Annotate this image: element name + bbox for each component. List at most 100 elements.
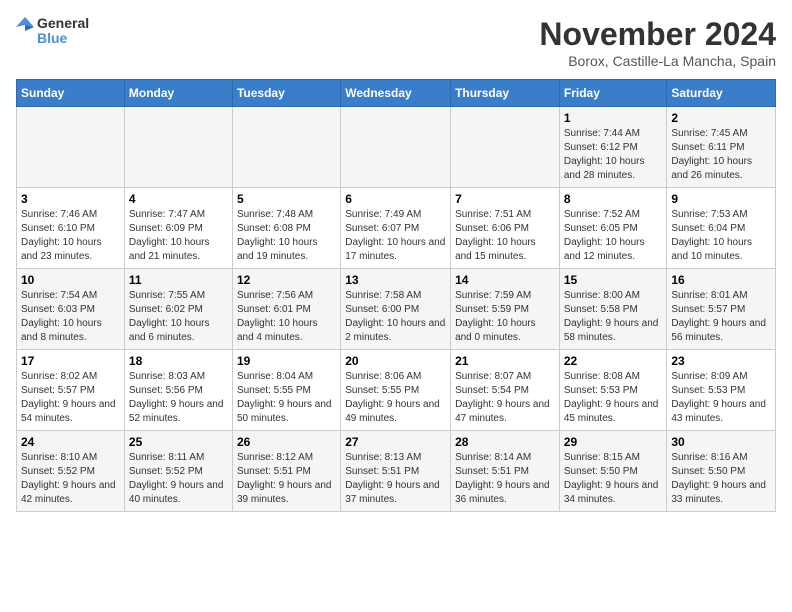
calendar-week-row: 1 Sunrise: 7:44 AM Sunset: 6:12 PM Daylig… [17,107,776,188]
calendar-day-cell: 26 Sunrise: 8:12 AM Sunset: 5:51 PM Dayli… [232,431,340,512]
calendar-day-cell: 1 Sunrise: 7:44 AM Sunset: 6:12 PM Daylig… [559,107,667,188]
day-number: 12 [237,273,336,287]
day-number: 21 [455,354,555,368]
day-number: 23 [671,354,771,368]
day-number: 5 [237,192,336,206]
day-number: 18 [129,354,228,368]
calendar-day-cell: 20 Sunrise: 8:06 AM Sunset: 5:55 PM Dayli… [341,350,451,431]
calendar-day-cell: 17Sunrise: 8:02 AM Sunset: 5:57 PM Dayli… [17,350,125,431]
calendar-day-cell [17,107,125,188]
calendar-day-cell: 25Sunrise: 8:11 AM Sunset: 5:52 PM Dayli… [124,431,232,512]
day-number: 3 [21,192,120,206]
day-info: Sunrise: 8:15 AM Sunset: 5:50 PM Dayligh… [564,451,663,507]
day-info: Sunrise: 8:04 AM Sunset: 5:55 PM Dayligh… [237,370,336,426]
month-year: November 2024 [539,16,776,53]
day-number: 9 [671,192,771,206]
calendar-day-cell: 12 Sunrise: 7:56 AM Sunset: 6:01 PM Dayli… [232,269,340,350]
calendar-day-cell: 7 Sunrise: 7:51 AM Sunset: 6:06 PM Daylig… [451,188,560,269]
calendar-day-cell: 22 Sunrise: 8:08 AM Sunset: 5:53 PM Dayli… [559,350,667,431]
calendar-day-cell: 28 Sunrise: 8:14 AM Sunset: 5:51 PM Dayli… [451,431,560,512]
day-info: Sunrise: 7:58 AM Sunset: 6:00 PM Dayligh… [345,289,446,345]
day-number: 4 [129,192,228,206]
day-info: Sunrise: 7:46 AM Sunset: 6:10 PM Dayligh… [21,208,120,264]
logo-text-blue: Blue [37,31,89,46]
weekday-header-cell: Friday [559,80,667,107]
weekday-header-cell: Tuesday [232,80,340,107]
weekday-header-cell: Wednesday [341,80,451,107]
calendar-day-cell: 8Sunrise: 7:52 AM Sunset: 6:05 PM Daylig… [559,188,667,269]
weekday-header-cell: Thursday [451,80,560,107]
calendar-day-cell: 24 Sunrise: 8:10 AM Sunset: 5:52 PM Dayli… [17,431,125,512]
calendar-day-cell: 3 Sunrise: 7:46 AM Sunset: 6:10 PM Daylig… [17,188,125,269]
day-number: 8 [564,192,663,206]
calendar-day-cell: 16 Sunrise: 8:01 AM Sunset: 5:57 PM Dayli… [667,269,776,350]
day-number: 6 [345,192,446,206]
day-info: Sunrise: 7:59 AM Sunset: 5:59 PM Dayligh… [455,289,555,345]
day-number: 26 [237,435,336,449]
day-info: Sunrise: 8:06 AM Sunset: 5:55 PM Dayligh… [345,370,446,426]
calendar-day-cell [451,107,560,188]
day-number: 10 [21,273,120,287]
calendar-day-cell: 27Sunrise: 8:13 AM Sunset: 5:51 PM Dayli… [341,431,451,512]
day-info: Sunrise: 8:01 AM Sunset: 5:57 PM Dayligh… [671,289,771,345]
calendar-day-cell: 11 Sunrise: 7:55 AM Sunset: 6:02 PM Dayli… [124,269,232,350]
day-info: Sunrise: 7:53 AM Sunset: 6:04 PM Dayligh… [671,208,771,264]
day-number: 22 [564,354,663,368]
day-info: Sunrise: 8:07 AM Sunset: 5:54 PM Dayligh… [455,370,555,426]
calendar-day-cell: 6 Sunrise: 7:49 AM Sunset: 6:07 PM Daylig… [341,188,451,269]
header: General Blue November 2024 Borox, Castil… [16,16,776,69]
calendar-day-cell [124,107,232,188]
day-info: Sunrise: 8:12 AM Sunset: 5:51 PM Dayligh… [237,451,336,507]
day-info: Sunrise: 8:10 AM Sunset: 5:52 PM Dayligh… [21,451,120,507]
day-number: 30 [671,435,771,449]
day-info: Sunrise: 8:08 AM Sunset: 5:53 PM Dayligh… [564,370,663,426]
calendar-body: 1 Sunrise: 7:44 AM Sunset: 6:12 PM Daylig… [17,107,776,512]
day-number: 16 [671,273,771,287]
day-number: 28 [455,435,555,449]
calendar-day-cell: 21 Sunrise: 8:07 AM Sunset: 5:54 PM Dayli… [451,350,560,431]
day-number: 7 [455,192,555,206]
weekday-header-cell: Monday [124,80,232,107]
day-info: Sunrise: 8:11 AM Sunset: 5:52 PM Dayligh… [129,451,228,507]
day-number: 15 [564,273,663,287]
day-info: Sunrise: 8:00 AM Sunset: 5:58 PM Dayligh… [564,289,663,345]
day-number: 14 [455,273,555,287]
day-info: Sunrise: 7:44 AM Sunset: 6:12 PM Dayligh… [564,127,663,183]
day-info: Sunrise: 8:14 AM Sunset: 5:51 PM Dayligh… [455,451,555,507]
calendar-week-row: 10Sunrise: 7:54 AM Sunset: 6:03 PM Dayli… [17,269,776,350]
day-number: 13 [345,273,446,287]
weekday-header-row: SundayMondayTuesdayWednesdayThursdayFrid… [17,80,776,107]
day-number: 17 [21,354,120,368]
calendar-day-cell: 30 Sunrise: 8:16 AM Sunset: 5:50 PM Dayli… [667,431,776,512]
calendar-day-cell: 4Sunrise: 7:47 AM Sunset: 6:09 PM Daylig… [124,188,232,269]
calendar-week-row: 24 Sunrise: 8:10 AM Sunset: 5:52 PM Dayli… [17,431,776,512]
weekday-header-cell: Sunday [17,80,125,107]
calendar-day-cell [232,107,340,188]
day-number: 24 [21,435,120,449]
logo: General Blue [16,16,89,47]
day-info: Sunrise: 7:51 AM Sunset: 6:06 PM Dayligh… [455,208,555,264]
day-info: Sunrise: 8:16 AM Sunset: 5:50 PM Dayligh… [671,451,771,507]
weekday-header-cell: Saturday [667,80,776,107]
day-number: 29 [564,435,663,449]
calendar-day-cell: 9 Sunrise: 7:53 AM Sunset: 6:04 PM Daylig… [667,188,776,269]
day-number: 20 [345,354,446,368]
location: Borox, Castille-La Mancha, Spain [539,53,776,69]
calendar-day-cell: 14 Sunrise: 7:59 AM Sunset: 5:59 PM Dayli… [451,269,560,350]
day-info: Sunrise: 7:49 AM Sunset: 6:07 PM Dayligh… [345,208,446,264]
calendar-day-cell: 5 Sunrise: 7:48 AM Sunset: 6:08 PM Daylig… [232,188,340,269]
calendar-table: SundayMondayTuesdayWednesdayThursdayFrid… [16,79,776,512]
day-info: Sunrise: 8:03 AM Sunset: 5:56 PM Dayligh… [129,370,228,426]
day-info: Sunrise: 7:45 AM Sunset: 6:11 PM Dayligh… [671,127,771,183]
day-number: 1 [564,111,663,125]
calendar-day-cell: 19Sunrise: 8:04 AM Sunset: 5:55 PM Dayli… [232,350,340,431]
calendar-day-cell: 29 Sunrise: 8:15 AM Sunset: 5:50 PM Dayli… [559,431,667,512]
calendar-day-cell: 13 Sunrise: 7:58 AM Sunset: 6:00 PM Dayli… [341,269,451,350]
logo-text-general: General [37,16,89,31]
day-info: Sunrise: 7:56 AM Sunset: 6:01 PM Dayligh… [237,289,336,345]
day-info: Sunrise: 7:55 AM Sunset: 6:02 PM Dayligh… [129,289,228,345]
day-info: Sunrise: 7:48 AM Sunset: 6:08 PM Dayligh… [237,208,336,264]
calendar-day-cell: 18 Sunrise: 8:03 AM Sunset: 5:56 PM Dayli… [124,350,232,431]
day-number: 11 [129,273,228,287]
calendar-week-row: 3 Sunrise: 7:46 AM Sunset: 6:10 PM Daylig… [17,188,776,269]
